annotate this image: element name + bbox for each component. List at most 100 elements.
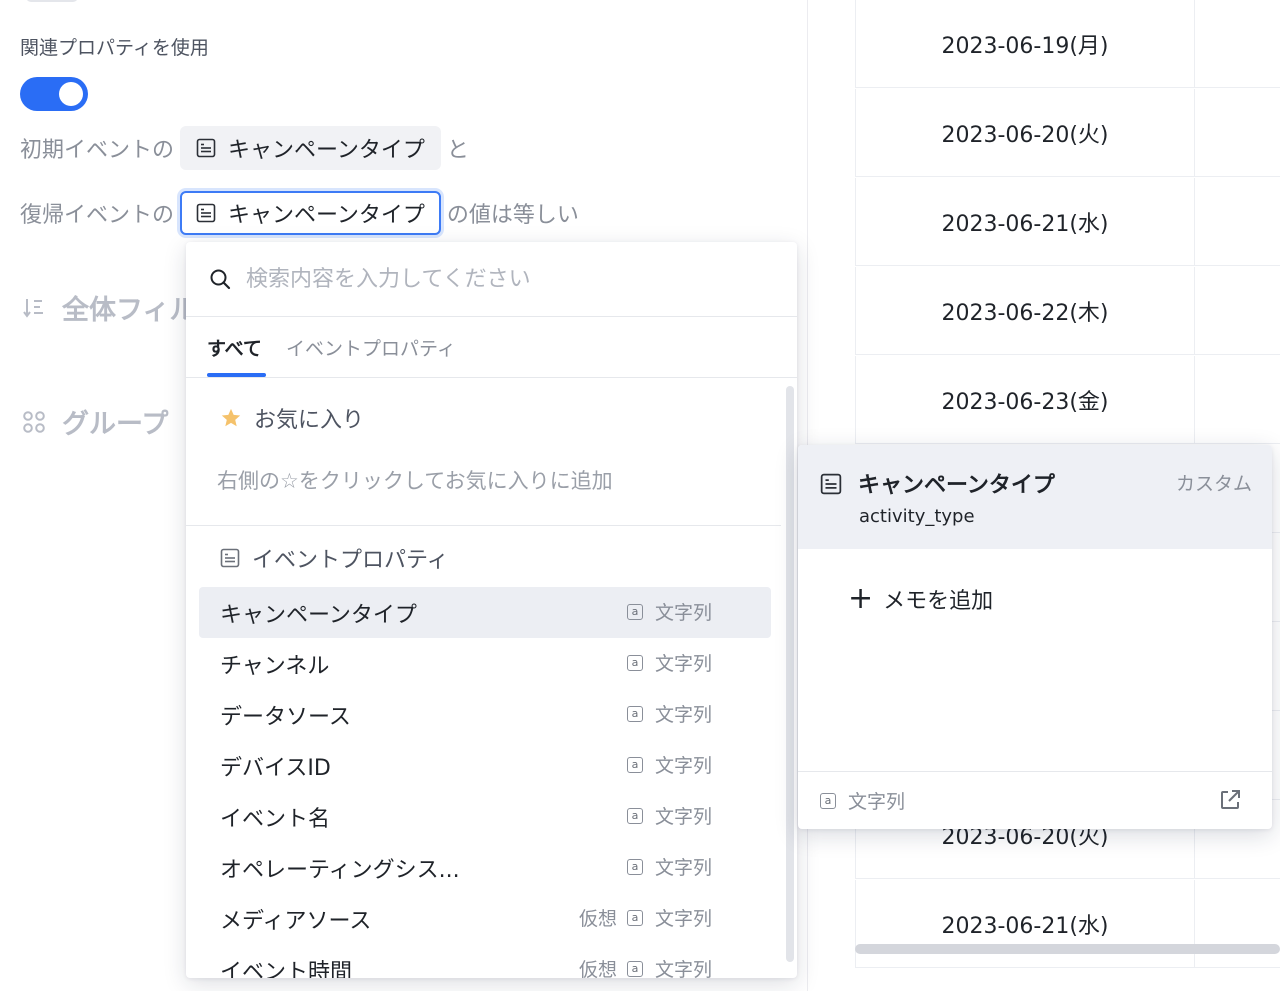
table-cell-date: 2023-06-22(木) xyxy=(855,267,1195,355)
table-row: 2023-06-21(水) xyxy=(855,178,1280,266)
table-row: 2023-06-19(月) xyxy=(855,0,1280,88)
string-type-icon: a xyxy=(626,858,643,875)
detail-header: キャンペーンタイプ activity_type カスタム xyxy=(798,445,1272,549)
property-type: a 文字列 xyxy=(626,802,712,829)
property-type: a 文字列 xyxy=(626,751,712,778)
add-memo-label: メモを追加 xyxy=(883,589,994,614)
group-label: グループ xyxy=(62,409,169,440)
tab-event-properties[interactable]: イベントプロパティ xyxy=(286,334,456,361)
star-icon xyxy=(221,408,241,427)
initial-event-property-label: キャンペーンタイプ xyxy=(228,138,425,163)
detail-type-label: 文字列 xyxy=(848,791,906,813)
list-item[interactable]: オペレーティングシス... a 文字列 xyxy=(199,842,771,893)
list-item[interactable]: キャンペーンタイプ a 文字列 xyxy=(199,587,771,638)
table-row: 2023-06-21(水) xyxy=(855,880,1280,968)
property-name: メディアソース xyxy=(220,909,372,934)
related-property-label: 関連プロパティを使用 xyxy=(20,37,209,59)
property-list-icon xyxy=(820,473,842,495)
table-cell-date: 2023-06-20(火) xyxy=(855,89,1195,177)
initial-event-suffix: と xyxy=(446,138,469,163)
property-type: 仮想 a 文字列 xyxy=(579,904,712,931)
global-filter-link[interactable]: 全体フィル xyxy=(22,288,196,327)
detail-title: キャンペーンタイプ xyxy=(858,473,1055,498)
string-type-icon: a xyxy=(626,756,643,773)
dropdown-scrollbar[interactable] xyxy=(786,386,794,962)
property-detail-popover: キャンペーンタイプ activity_type カスタム + メモを追加 a 文… xyxy=(798,445,1272,829)
filter-sort-icon xyxy=(23,298,43,318)
list-item[interactable]: チャンネル a 文字列 xyxy=(199,638,771,689)
initial-event-prefix: 初期イベントの xyxy=(20,138,175,163)
collapsed-control-stub xyxy=(26,0,78,2)
return-event-property-label: キャンペーンタイプ xyxy=(228,203,425,228)
list-item[interactable]: イベント時間 仮想 a 文字列 xyxy=(199,944,771,978)
property-type-label: 文字列 xyxy=(654,806,712,828)
property-tabs: すべて イベントプロパティ xyxy=(186,317,797,378)
table-horizontal-scrollbar[interactable] xyxy=(855,944,1280,954)
group-grid-icon xyxy=(23,410,45,433)
initial-event-condition-row: 初期イベントの キャンペーンタイプ と xyxy=(20,125,469,171)
string-type-icon: a xyxy=(626,909,643,926)
list-item[interactable]: デバイスID a 文字列 xyxy=(199,740,771,791)
property-list-icon xyxy=(220,548,240,568)
property-type-label: 文字列 xyxy=(654,602,712,624)
search-icon xyxy=(210,269,231,290)
property-name: オペレーティングシス... xyxy=(220,858,460,883)
property-type-label: 文字列 xyxy=(654,857,712,879)
virtual-badge: 仮想 xyxy=(578,959,617,978)
string-type-icon: a xyxy=(626,960,643,977)
add-memo-button[interactable]: + メモを追加 xyxy=(848,583,993,615)
table-cell-date: 2023-06-23(金) xyxy=(855,356,1195,444)
table-cell-date: 2023-06-21(水) xyxy=(855,178,1195,266)
event-properties-group-header: イベントプロパティ xyxy=(220,542,449,574)
property-name: キャンペーンタイプ xyxy=(220,603,417,628)
initial-event-property-chip[interactable]: キャンペーンタイプ xyxy=(180,126,441,170)
property-type-label: 文字列 xyxy=(654,908,712,930)
favorites-header: お気に入り xyxy=(220,402,364,434)
property-type-label: 文字列 xyxy=(654,959,712,978)
tab-all[interactable]: すべて xyxy=(207,334,262,361)
property-list-icon xyxy=(196,203,216,223)
table-row: 2023-06-22(木) xyxy=(855,267,1280,355)
table-cell-date: 2023-06-19(月) xyxy=(855,0,1195,88)
property-type: a 文字列 xyxy=(626,700,712,727)
external-link-icon[interactable] xyxy=(1218,788,1242,812)
group-link[interactable]: グループ xyxy=(22,402,168,441)
toggle-knob xyxy=(59,82,83,106)
section-divider xyxy=(186,525,781,526)
global-filter-label: 全体フィル xyxy=(62,295,197,326)
property-type: a 文字列 xyxy=(626,853,712,880)
plus-icon: + xyxy=(848,581,874,616)
property-type-label: 文字列 xyxy=(654,755,712,777)
property-type: a 文字列 xyxy=(626,649,712,676)
search-input[interactable] xyxy=(246,266,766,292)
property-select-dropdown: すべて イベントプロパティ お気に入り 右側の☆をクリックしてお気に入りに追加 … xyxy=(186,242,797,978)
return-event-suffix: の値は等しい xyxy=(446,203,579,228)
property-list-icon xyxy=(196,138,216,158)
virtual-badge: 仮想 xyxy=(578,908,617,930)
table-row: 2023-06-23(金) xyxy=(855,356,1280,444)
property-name: チャンネル xyxy=(220,654,330,679)
return-event-prefix: 復帰イベントの xyxy=(20,203,175,228)
list-item[interactable]: イベント名 a 文字列 xyxy=(199,791,771,842)
search-bar xyxy=(186,242,797,317)
table-cell-date: 2023-06-21(水) xyxy=(855,880,1195,968)
property-type-label: 文字列 xyxy=(654,704,712,726)
property-name: イベント時間 xyxy=(220,960,353,978)
string-type-icon: a xyxy=(626,603,643,620)
list-item[interactable]: データソース a 文字列 xyxy=(199,689,771,740)
list-item[interactable]: メディアソース 仮想 a 文字列 xyxy=(199,893,771,944)
property-name: データソース xyxy=(220,705,351,730)
active-tab-indicator xyxy=(207,373,266,377)
event-properties-group-title: イベントプロパティ xyxy=(252,548,449,573)
related-property-toggle[interactable] xyxy=(20,77,88,111)
custom-badge: カスタム xyxy=(1175,473,1252,495)
string-type-icon: a xyxy=(626,807,643,824)
return-event-property-chip[interactable]: キャンペーンタイプ xyxy=(180,191,441,235)
return-event-condition-row: 復帰イベントの キャンペーンタイプ の値は等しい xyxy=(20,190,579,236)
string-type-icon: a xyxy=(820,792,836,809)
favorites-title: お気に入り xyxy=(254,408,365,433)
detail-identifier: activity_type xyxy=(859,506,975,527)
favorites-empty-hint: 右側の☆をクリックしてお気に入りに追加 xyxy=(217,469,613,493)
property-type-label: 文字列 xyxy=(654,653,712,675)
property-name: イベント名 xyxy=(220,807,331,832)
